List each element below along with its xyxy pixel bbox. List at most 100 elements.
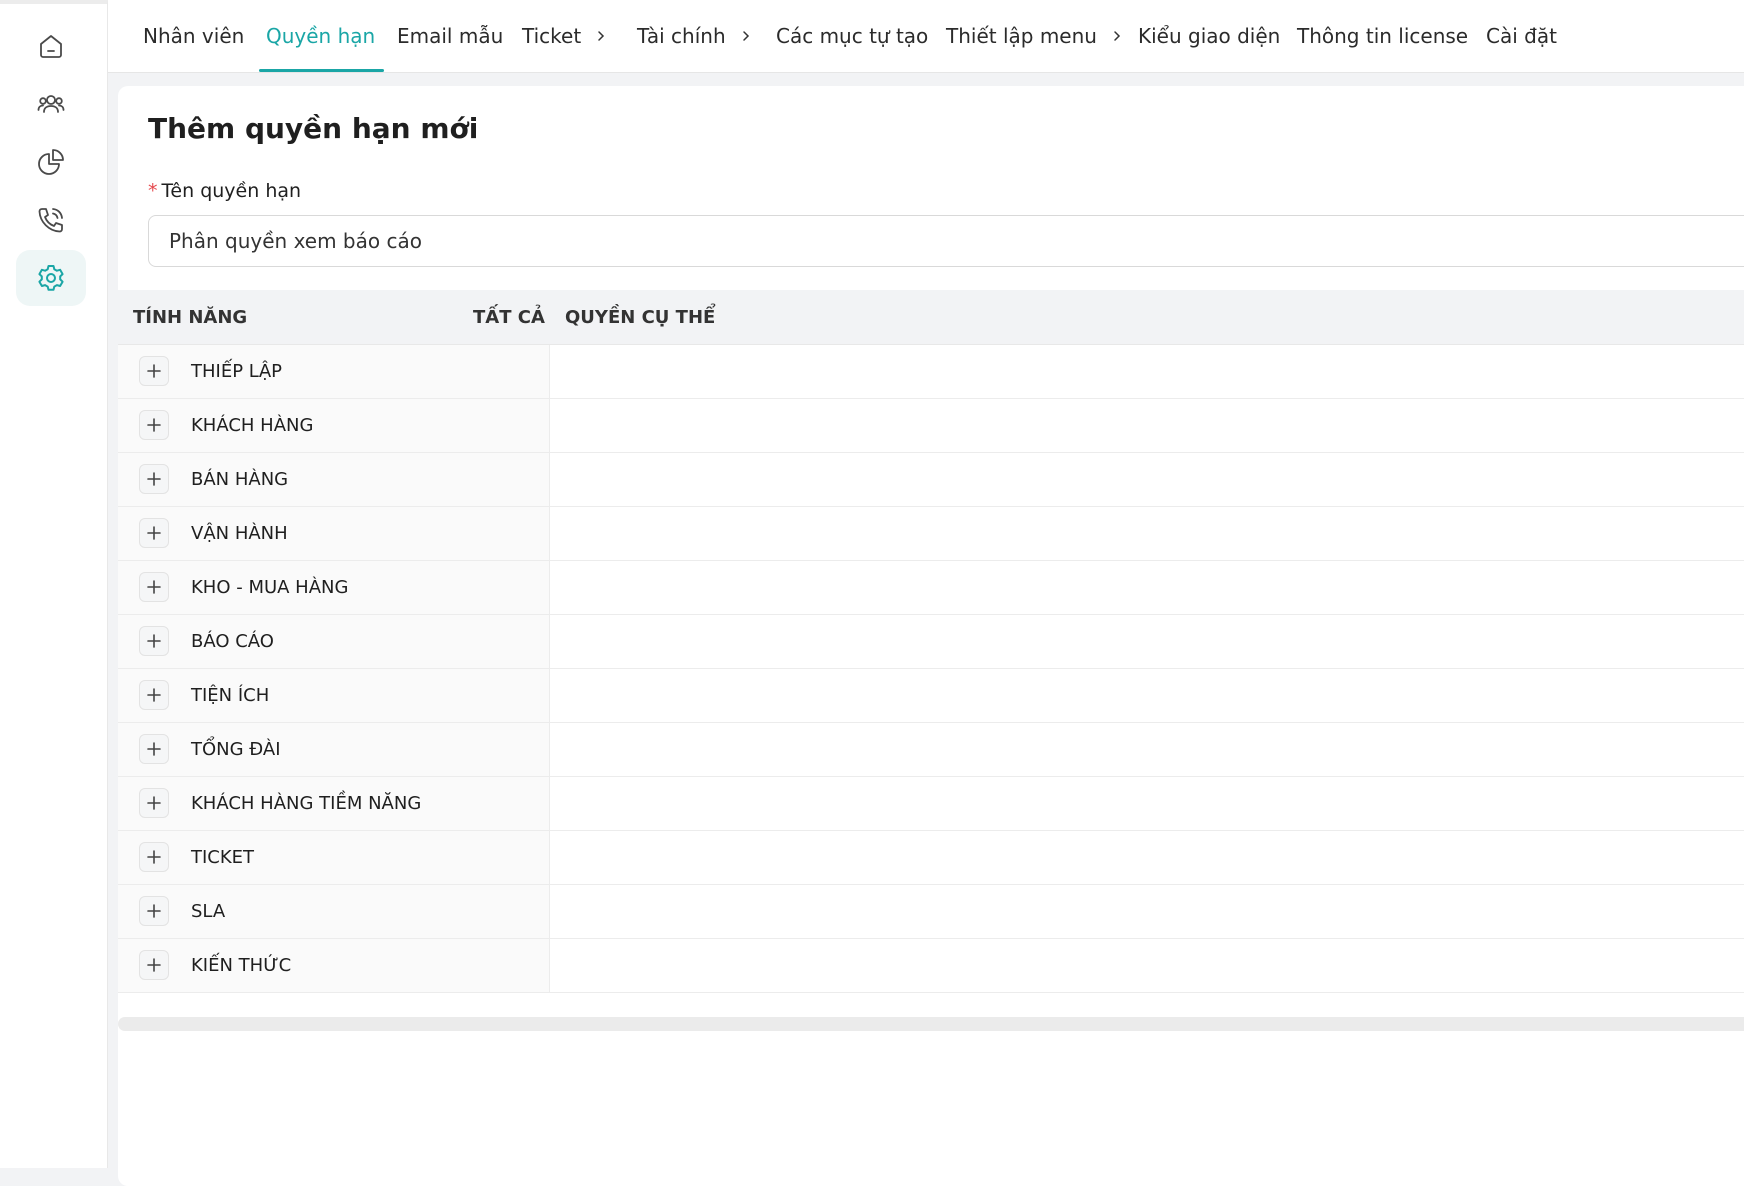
plus-icon <box>147 688 161 702</box>
plus-icon <box>147 742 161 756</box>
tab-label: Cài đặt <box>1486 24 1557 48</box>
tab-label: Các mục tự tạo <box>776 24 929 48</box>
sidebar-item-users[interactable] <box>16 76 86 132</box>
feature-label: VẬN HÀNH <box>191 523 288 544</box>
required-mark: * <box>148 180 158 202</box>
tab-cai-dat[interactable]: Cài đặt <box>1486 0 1557 72</box>
tab-label: Kiểu giao diện <box>1138 24 1281 48</box>
expand-button[interactable] <box>139 734 169 764</box>
tab-tai-chinh[interactable]: Tài chính <box>637 0 752 72</box>
tab-nhan-vien[interactable]: Nhân viên <box>143 0 244 72</box>
feature-cell: BÁN HÀNG <box>118 453 550 506</box>
plus-icon <box>147 958 161 972</box>
permission-form-card: Thêm quyền hạn mới * Tên quyền hạn Phân q… <box>118 86 1744 1186</box>
page-title: Thêm quyền hạn mới <box>148 112 479 145</box>
plus-icon <box>147 904 161 918</box>
gear-icon <box>38 265 64 291</box>
tab-thong-tin-license[interactable]: Thông tin license <box>1297 0 1468 72</box>
column-header-feature: TÍNH NĂNG <box>133 306 248 328</box>
feature-label: SLA <box>191 901 226 922</box>
column-header-all: TẤT CẢ <box>473 306 545 328</box>
feature-cell: KIẾN THỨC <box>118 939 550 992</box>
phone-call-icon <box>38 208 63 233</box>
tab-label: Email mẫu <box>397 24 504 48</box>
feature-cell: THIẾP LẬP <box>118 345 550 398</box>
expand-button[interactable] <box>139 680 169 710</box>
plus-icon <box>147 796 161 810</box>
feature-label: KHÁCH HÀNG TIỀM NĂNG <box>191 793 422 814</box>
feature-cell: TICKET <box>118 831 550 884</box>
table-row: KHÁCH HÀNG <box>118 399 1744 453</box>
chevron-right-icon <box>1114 31 1121 41</box>
permission-name-label-text: Tên quyền hạn <box>161 180 302 202</box>
permissions-table: TÍNH NĂNG TẤT CẢ QUYỀN CỤ THỂ THIẾP LẬP K… <box>118 290 1744 993</box>
table-row: TỔNG ĐÀI <box>118 723 1744 777</box>
chevron-right-icon <box>742 31 749 41</box>
table-row: SLA <box>118 885 1744 939</box>
sidebar-item-calls[interactable] <box>16 192 86 248</box>
sidebar-item-home[interactable] <box>16 18 86 74</box>
feature-label: BÁN HÀNG <box>191 469 289 490</box>
feature-cell: BÁO CÁO <box>118 615 550 668</box>
horizontal-scrollbar[interactable] <box>118 1017 1744 1031</box>
expand-button[interactable] <box>139 464 169 494</box>
sidebar-item-settings[interactable] <box>16 250 86 306</box>
expand-button[interactable] <box>139 518 169 548</box>
feature-label: KHÁCH HÀNG <box>191 415 314 436</box>
tab-ticket[interactable]: Ticket <box>522 0 607 72</box>
expand-button[interactable] <box>139 356 169 386</box>
plus-icon <box>147 472 161 486</box>
plus-icon <box>147 364 161 378</box>
expand-button[interactable] <box>139 842 169 872</box>
expand-button[interactable] <box>139 896 169 926</box>
tab-cac-muc-tu-tao[interactable]: Các mục tự tạo <box>776 0 928 72</box>
sidebar <box>0 0 108 1168</box>
expand-button[interactable] <box>139 572 169 602</box>
permission-name-input[interactable]: Phân quyền xem báo cáo <box>148 215 1744 267</box>
tab-label: Nhân viên <box>143 24 245 48</box>
tab-label: Quyền hạn <box>266 24 376 48</box>
table-row: BÁO CÁO <box>118 615 1744 669</box>
permission-name-value: Phân quyền xem báo cáo <box>169 229 422 253</box>
tab-label: Thông tin license <box>1297 24 1469 48</box>
feature-label: THIẾP LẬP <box>191 361 282 382</box>
tab-label: Tài chính <box>637 24 726 48</box>
feature-label: TIỆN ÍCH <box>191 685 270 706</box>
tab-email-mau[interactable]: Email mẫu <box>397 0 503 72</box>
table-row: KHO - MUA HÀNG <box>118 561 1744 615</box>
feature-label: TỔNG ĐÀI <box>191 739 281 760</box>
table-header: TÍNH NĂNG TẤT CẢ QUYỀN CỤ THỂ <box>118 290 1744 345</box>
settings-tabs: Nhân viên Quyền hạn Email mẫu Ticket Tài… <box>108 0 1744 73</box>
active-tab-indicator <box>259 69 385 72</box>
table-row: KIẾN THỨC <box>118 939 1744 993</box>
feature-label: TICKET <box>191 847 255 868</box>
feature-cell: KHÁCH HÀNG TIỀM NĂNG <box>118 777 550 830</box>
feature-cell: SLA <box>118 885 550 938</box>
tab-thiet-lap-menu[interactable]: Thiết lập menu <box>946 0 1123 72</box>
expand-button[interactable] <box>139 410 169 440</box>
plus-icon <box>147 850 161 864</box>
feature-cell: KHÁCH HÀNG <box>118 399 550 452</box>
tab-label: Ticket <box>522 24 582 48</box>
plus-icon <box>147 418 161 432</box>
feature-label: KIẾN THỨC <box>191 955 292 976</box>
expand-button[interactable] <box>139 788 169 818</box>
feature-label: BÁO CÁO <box>191 631 274 652</box>
plus-icon <box>147 526 161 540</box>
expand-button[interactable] <box>139 950 169 980</box>
table-row: THIẾP LẬP <box>118 345 1744 399</box>
sidebar-item-reports[interactable] <box>16 134 86 190</box>
table-row: BÁN HÀNG <box>118 453 1744 507</box>
tab-label: Thiết lập menu <box>946 24 1097 48</box>
tab-quyen-han[interactable]: Quyền hạn <box>259 0 385 72</box>
pie-chart-icon <box>38 149 64 175</box>
table-row: VẬN HÀNH <box>118 507 1744 561</box>
feature-label: KHO - MUA HÀNG <box>191 577 349 598</box>
feature-cell: TIỆN ÍCH <box>118 669 550 722</box>
column-header-specific: QUYỀN CỤ THỂ <box>565 306 716 328</box>
plus-icon <box>147 634 161 648</box>
table-row: TIỆN ÍCH <box>118 669 1744 723</box>
permission-name-label: * Tên quyền hạn <box>148 180 301 202</box>
tab-kieu-giao-dien[interactable]: Kiểu giao diện <box>1138 0 1280 72</box>
expand-button[interactable] <box>139 626 169 656</box>
